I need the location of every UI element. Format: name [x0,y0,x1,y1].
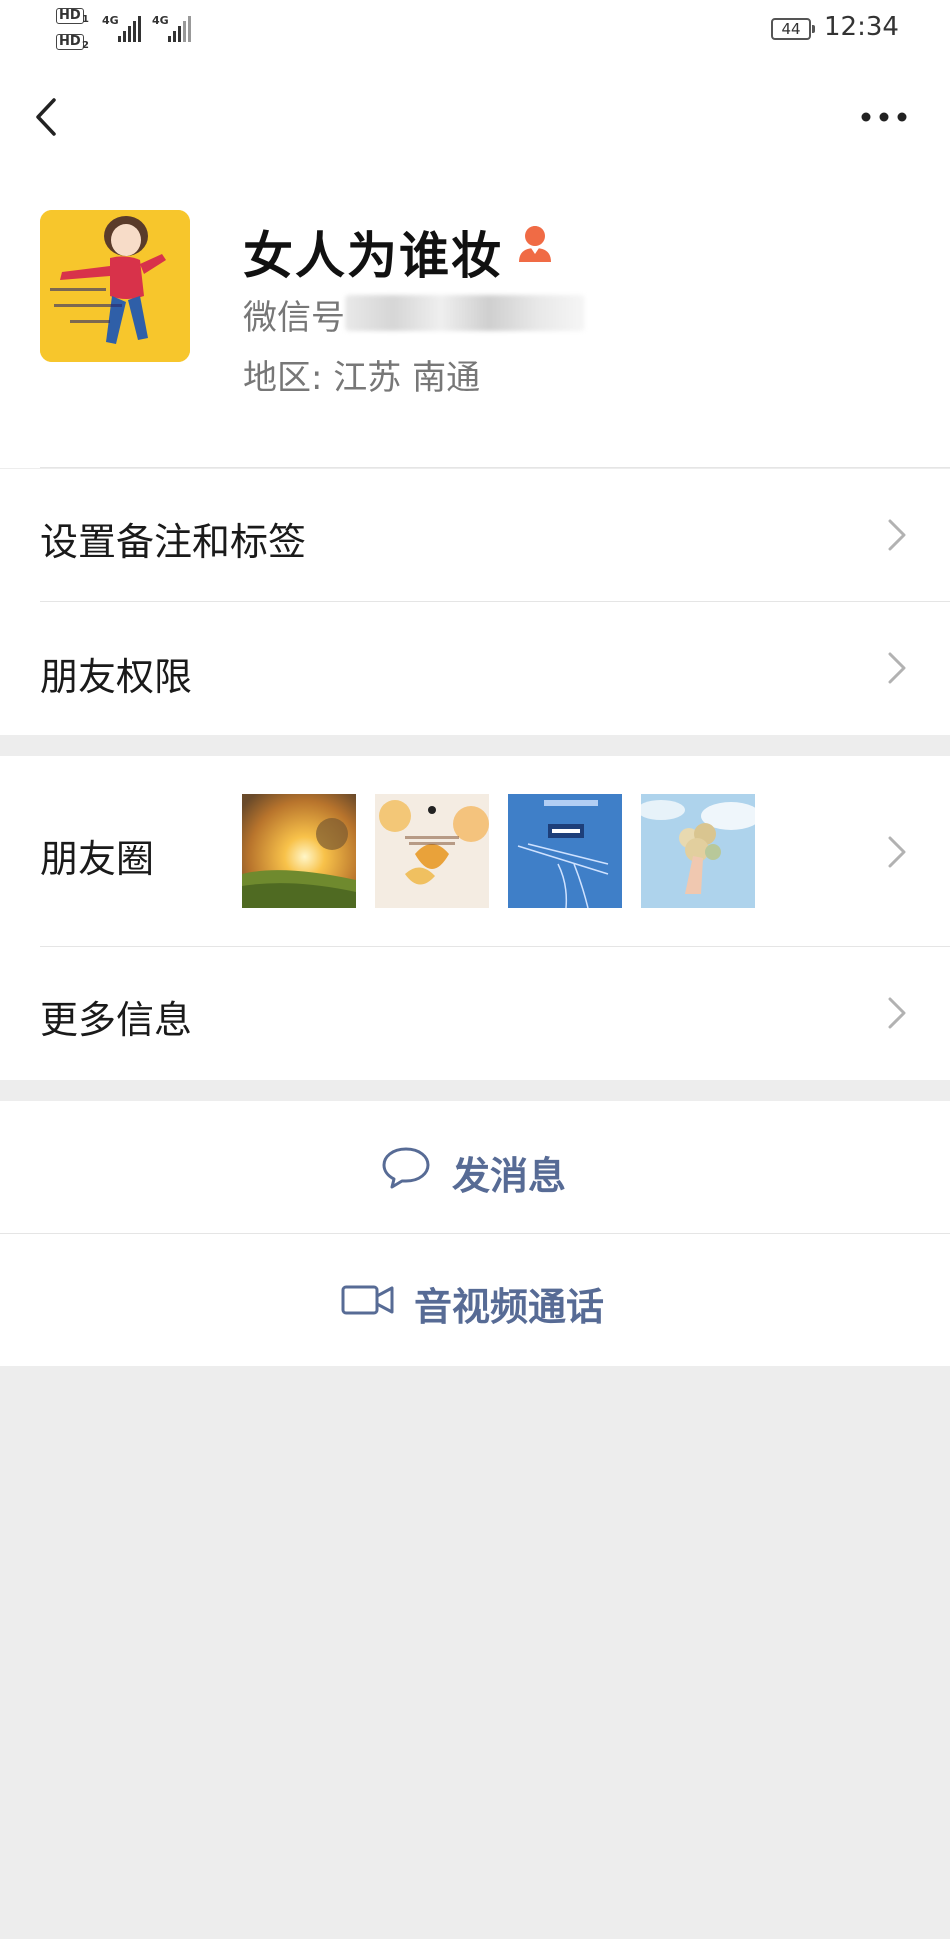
chevron-left-icon [36,98,56,136]
status-bar: HD 1 HD 2 4G 4G 44 12:34 [0,0,950,62]
send-message-label: 发消息 [452,1154,567,1198]
sim2-slot: 2 [82,40,89,51]
row-remark-tags[interactable]: 设置备注和标签 [0,469,950,602]
battery-icon: 44 [771,18,815,40]
av-call-label: 音视频通话 [414,1285,605,1329]
signal1-icon [118,14,141,42]
chevron-right-icon [888,836,906,868]
row-more-info[interactable]: 更多信息 [0,947,950,1080]
sim2-hd-badge: HD [56,34,84,50]
av-call-button[interactable]: 音视频通话 [0,1234,950,1366]
chat-bubble-icon [382,1147,430,1189]
chevron-right-icon [888,997,906,1029]
row-moments-label: 朋友圈 [40,837,155,881]
video-camera-icon [341,1285,394,1315]
more-button[interactable] [858,102,910,132]
moments-thumb-autumn [375,794,489,908]
wechat-id-redacted [345,295,585,331]
row-remark-tags-label: 设置备注和标签 [40,520,307,564]
avatar-illustration [40,210,190,362]
profile-card: 女人为谁妆 微信号 地区: 江苏 南通 [0,182,950,468]
moments-thumb-flowers [641,794,755,908]
female-icon [519,226,551,262]
row-moments[interactable]: 朋友圈 [0,756,950,947]
wechat-id-label: 微信号 [243,298,345,338]
send-message-button[interactable]: 发消息 [0,1101,950,1233]
network2-label: 4G [152,14,169,27]
sim1-hd-badge: HD [56,8,84,24]
network1-label: 4G [102,14,119,27]
row-friend-permissions[interactable]: 朋友权限 [0,602,950,735]
row-more-info-label: 更多信息 [40,998,193,1042]
nav-bar [0,62,950,182]
battery-level: 44 [781,20,801,38]
row-friend-permissions-label: 朋友权限 [40,655,193,699]
nickname: 女人为谁妆 [243,227,503,285]
more-dots-icon [861,112,907,122]
avatar[interactable] [40,210,190,362]
back-button[interactable] [30,92,70,142]
divider [40,467,950,468]
moments-thumb-sunrise [242,794,356,908]
chevron-right-icon [888,519,906,551]
chevron-right-icon [888,652,906,684]
moments-thumb-blue-poster [508,794,622,908]
signal2-icon [168,14,191,42]
clock: 12:34 [824,12,899,42]
sim1-slot: 1 [82,14,89,25]
region: 地区: 江苏 南通 [243,358,481,398]
